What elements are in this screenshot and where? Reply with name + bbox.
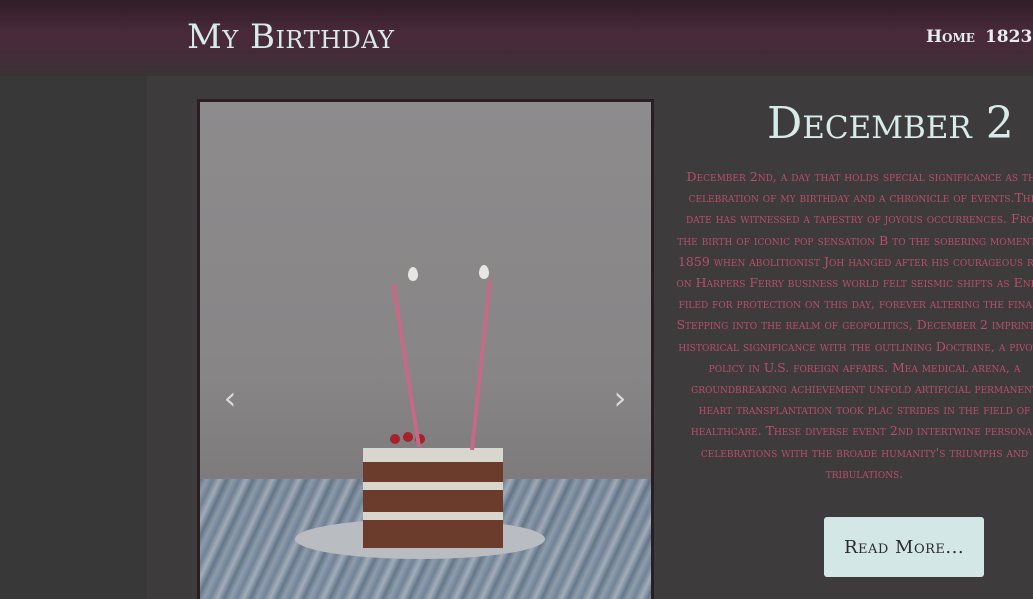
cherry-decoration (403, 432, 413, 442)
read-more-button[interactable]: Read More... (824, 517, 984, 577)
birthday-description: December 2nd, a day that holds special s… (676, 169, 1033, 481)
carousel-next-button[interactable]: › (608, 380, 632, 416)
candle-flame (408, 267, 418, 281)
nav-link-1823[interactable]: 1823 (985, 27, 1032, 47)
carousel-slide-image (200, 102, 651, 599)
image-carousel (197, 99, 654, 599)
cherry-decoration (390, 434, 400, 444)
chevron-left-icon: ‹ (223, 379, 237, 417)
left-gutter (0, 76, 147, 599)
nav-link-home[interactable]: Home (926, 27, 975, 47)
section-title: December 2 (767, 98, 1014, 149)
candle (391, 283, 421, 448)
carousel-prev-button[interactable]: ‹ (218, 380, 242, 416)
chevron-right-icon: › (613, 379, 627, 417)
main-nav: Home 1823 I (926, 27, 1033, 47)
candle-flame (479, 265, 489, 279)
site-header: My Birthday Home 1823 I (0, 0, 1033, 76)
candle (470, 280, 492, 451)
cake-slice (363, 448, 503, 548)
site-title[interactable]: My Birthday (187, 17, 394, 57)
